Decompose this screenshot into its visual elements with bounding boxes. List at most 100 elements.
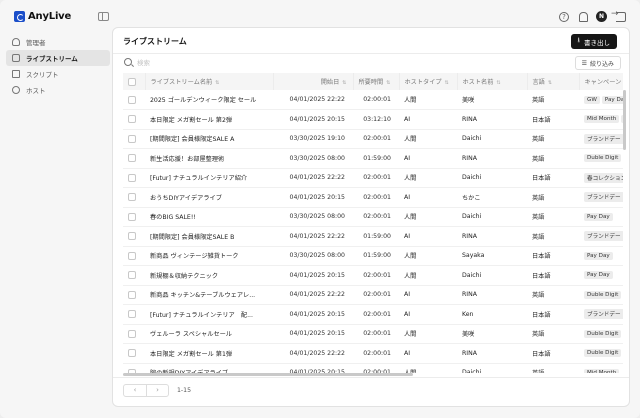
cell-duration: 02:00:01 <box>353 187 399 208</box>
filter-button[interactable]: ☰ 絞り込み <box>574 56 621 70</box>
cell-duration: 02:00:01 <box>353 129 399 149</box>
table-row[interactable]: [Futur] ナチュラルインテリア 配... 04/01/2025 20:15 0… <box>123 304 623 325</box>
campaign-tag: ブランドデー <box>584 309 623 320</box>
sort-icon: ⇅ <box>215 80 220 86</box>
table-body: 2025 ゴールデンウィーク限定 セール 04/01/2025 22:22 02:0… <box>123 90 623 373</box>
row-checkbox[interactable] <box>128 193 136 202</box>
table-row[interactable]: 2025 ゴールデンウィーク限定 セール 04/01/2025 22:22 02:0… <box>123 90 623 110</box>
vertical-scrollbar[interactable] <box>623 90 626 150</box>
bell-icon[interactable] <box>578 11 588 22</box>
cell-duration: 02:00:01 <box>353 363 399 373</box>
select-all-checkbox[interactable] <box>128 77 136 86</box>
table-row[interactable]: 新商品 ヴィンテージ雑貨トーク 03/30/2025 08:00 01:59:00 人… <box>123 246 623 266</box>
row-checkbox[interactable] <box>128 134 136 143</box>
table-row[interactable]: [期間限定] 会員様限定SALE B 04/01/2025 22:22 01:59:… <box>123 226 623 247</box>
campaign-tag: Pay Day <box>584 212 613 221</box>
logo-text: AnyLive <box>28 11 72 22</box>
campaign-tag: Duble Digit <box>584 349 622 358</box>
row-checkbox-cell <box>123 246 145 266</box>
cell-host: 美咲 <box>457 90 527 110</box>
row-checkbox[interactable] <box>128 212 136 221</box>
table-row[interactable]: [Futur] ナチュラルインテリア紹介 04/01/2025 22:22 02:0… <box>123 168 623 188</box>
cell-campaign: ブランドデー <box>579 304 623 325</box>
sidebar-item-livestream[interactable]: ライブストリーム <box>6 50 110 66</box>
table-row[interactable]: 腕の新規DIYアイデアライブ04/01/2025 20:1502:00:01人間… <box>123 363 623 373</box>
logout-icon[interactable] <box>611 9 626 22</box>
column-header-language[interactable]: 言語 ⇅ <box>527 73 580 90</box>
sidebar-item-label: スクリプト <box>26 71 59 79</box>
cell-host-type: AI <box>399 304 457 325</box>
campaign-tag: Pay Day <box>584 271 613 280</box>
avatar[interactable]: N <box>596 11 607 22</box>
horizontal-scrollbar[interactable] <box>123 373 413 376</box>
search-input[interactable] <box>137 56 337 70</box>
cell-host-type: 人間 <box>399 207 457 227</box>
row-checkbox[interactable] <box>128 95 136 104</box>
cell-host-type: 人間 <box>399 363 457 373</box>
row-checkbox[interactable] <box>128 154 136 163</box>
column-header-name[interactable]: ライブストリーム名前 ⇅ <box>145 73 274 90</box>
row-checkbox[interactable] <box>128 349 136 358</box>
cell-campaign: Mid Month <box>579 363 623 373</box>
cell-language: 日本語 <box>527 168 579 188</box>
column-header-host-type[interactable]: ホストタイプ ⇅ <box>399 73 458 90</box>
sidebar-item-admin[interactable]: 管理者 <box>6 34 110 50</box>
row-checkbox[interactable] <box>128 232 136 241</box>
select-all-cell <box>123 73 146 90</box>
column-header-campaign[interactable]: キャンペーン <box>579 73 623 90</box>
cell-duration: 01:59:00 <box>353 148 399 169</box>
cell-host: Daichi <box>457 129 527 149</box>
export-label: 書き出し <box>584 38 610 47</box>
row-checkbox[interactable] <box>128 290 136 299</box>
logo[interactable]: AnyLive <box>14 11 71 22</box>
main-panel: ライブストリーム ⭳ 書き出し ☰ 絞り込み <box>112 27 630 407</box>
cell-duration: 02:00:01 <box>353 285 399 305</box>
row-checkbox[interactable] <box>128 310 136 319</box>
table-row[interactable]: 新生活応援！お部屋整理術 03/30/2025 08:00 01:59:00 AI RI… <box>123 148 623 169</box>
cell-name: 本日限定 メガ割セール 第1弾 <box>145 343 273 364</box>
table-row[interactable]: 本日限定 メガ割セール 第2弾 04/01/2025 20:15 03:12:10 A… <box>123 109 623 130</box>
campaign-tag: Duble Digit <box>584 154 622 163</box>
row-checkbox-cell <box>123 109 145 130</box>
cell-host-type: 人間 <box>399 265 457 286</box>
table-row[interactable]: 春のBIG SALE!! 03/30/2025 08:00 02:00:01 人間 Da… <box>123 207 623 227</box>
table-row[interactable]: 新商品 キッチン&テーブルウェアレ... 04/01/2025 22:22 02:0… <box>123 285 623 305</box>
row-checkbox[interactable] <box>128 115 136 124</box>
sidebar: 管理者 ライブストリーム スクリプト ホスト <box>6 34 110 98</box>
cell-language: 日本語 <box>527 343 579 364</box>
row-checkbox[interactable] <box>128 271 136 280</box>
table-row[interactable]: おうちDIYアイデアライブ 04/01/2025 20:15 02:00:01 AI ち… <box>123 187 623 208</box>
table-row[interactable]: ヴェルーラ スペシャルセール 04/01/2025 20:15 02:00:01 人間… <box>123 324 623 344</box>
row-checkbox-cell <box>123 148 145 169</box>
table-row[interactable]: 本日限定 メガ割セール 第1弾 04/01/2025 22:22 02:00:01 A… <box>123 343 623 364</box>
row-checkbox-cell <box>123 285 145 305</box>
column-header-date[interactable]: 開始日 ⇅ <box>273 73 354 90</box>
cell-campaign: Pay Day <box>579 246 623 266</box>
column-header-duration[interactable]: 所要時間 ⇅ <box>353 73 400 90</box>
cell-language: 英語 <box>527 207 579 227</box>
row-checkbox[interactable] <box>128 329 136 338</box>
export-button[interactable]: ⭳ 書き出し <box>570 34 617 49</box>
row-checkbox-cell <box>123 343 145 364</box>
cell-campaign: Duble DigitI <box>579 148 623 169</box>
sidebar-toggle-icon[interactable] <box>98 12 109 21</box>
cell-date: 04/01/2025 22:22 <box>273 343 353 364</box>
help-icon[interactable]: ? <box>559 11 569 22</box>
download-icon: ⭳ <box>577 36 580 44</box>
next-page-button[interactable]: › <box>146 385 168 396</box>
filter-label: 絞り込み <box>589 60 614 68</box>
cell-duration: 02:00:01 <box>353 168 399 188</box>
row-checkbox-cell <box>123 129 145 149</box>
sidebar-item-host[interactable]: ホスト <box>6 82 110 98</box>
cell-host-type: AI <box>399 343 457 364</box>
row-checkbox[interactable] <box>128 251 136 260</box>
column-header-host[interactable]: ホスト名前 ⇅ <box>457 73 528 90</box>
sidebar-item-script[interactable]: スクリプト <box>6 66 110 82</box>
prev-page-button[interactable]: ‹ <box>124 385 146 396</box>
cell-host-type: 人間 <box>399 324 457 344</box>
table-row[interactable]: [期間限定] 会員様限定SALE A 03/30/2025 19:10 02:00:… <box>123 129 623 149</box>
row-checkbox[interactable] <box>128 173 136 182</box>
table-row[interactable]: 新規棚＆収納テクニック 04/01/2025 20:15 02:00:01 人間 Dai… <box>123 265 623 286</box>
cell-host-type: AI <box>399 285 457 305</box>
campaign-tag: Mid Month <box>584 115 620 124</box>
